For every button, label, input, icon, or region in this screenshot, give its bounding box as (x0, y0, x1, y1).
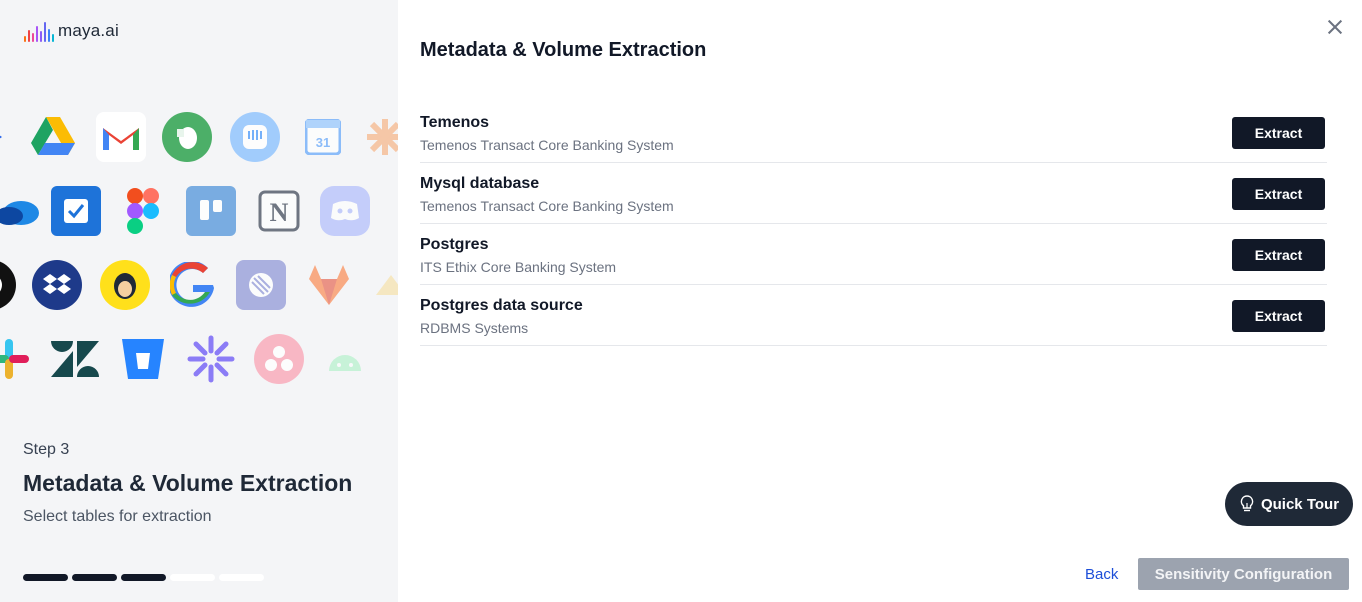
list-item: Postgres ITS Ethix Core Banking System E… (420, 224, 1327, 285)
arrow-partial-icon (0, 112, 8, 162)
progress-segment (219, 574, 264, 581)
notion-icon: N (254, 186, 304, 236)
source-description: RDBMS Systems (420, 320, 529, 336)
gitlab-icon (304, 260, 354, 310)
quick-tour-label: Quick Tour (1260, 495, 1340, 513)
progress-segment (170, 574, 215, 581)
source-name: Postgres (420, 236, 489, 253)
task-check-icon (51, 186, 101, 236)
google-calendar-icon: 31 (298, 112, 348, 162)
progress-segment (23, 574, 68, 581)
gmail-icon (96, 112, 146, 162)
step-label: Step 3 (23, 441, 70, 458)
github-icon (0, 260, 16, 310)
extract-button[interactable]: Extract (1232, 300, 1325, 332)
back-button[interactable]: Back (1085, 566, 1118, 583)
figma-icon (118, 186, 168, 236)
linear-icon (236, 260, 286, 310)
app-icon-grid: 31 N (0, 100, 398, 400)
source-description: Temenos Transact Core Banking System (420, 137, 674, 153)
extract-button[interactable]: Extract (1232, 117, 1325, 149)
source-description: ITS Ethix Core Banking System (420, 259, 617, 275)
partial-icon (366, 260, 398, 310)
svg-text:31: 31 (316, 135, 330, 150)
discord-icon (320, 186, 370, 236)
asterisk-icon (186, 334, 236, 384)
source-name: Mysql database (420, 175, 540, 192)
google-drive-icon (28, 112, 78, 162)
slack-icon (0, 334, 34, 384)
left-panel: maya.ai 31 N Step 3 Metadata & Volume Ex… (0, 0, 398, 602)
asana-icon (254, 334, 304, 384)
source-name: Postgres data source (420, 297, 583, 314)
lightbulb-icon (1240, 495, 1254, 512)
brand-logo: maya.ai (24, 20, 119, 42)
android-icon (320, 334, 370, 384)
source-list: Temenos Temenos Transact Core Banking Sy… (420, 102, 1327, 346)
trello-icon (186, 186, 236, 236)
google-icon (168, 260, 218, 310)
step-title: Metadata & Volume Extraction (23, 470, 353, 496)
intercom-icon (230, 112, 280, 162)
zapier-icon (360, 112, 398, 162)
dropbox-icon (32, 260, 82, 310)
extract-button[interactable]: Extract (1232, 239, 1325, 271)
bitbucket-icon (118, 334, 168, 384)
page-title: Metadata & Volume Extraction (420, 39, 707, 61)
sensitivity-configuration-button[interactable]: Sensitivity Configuration (1138, 558, 1349, 590)
source-description: Temenos Transact Core Banking System (420, 198, 674, 214)
progress-segment (121, 574, 166, 581)
quick-tour-button[interactable]: Quick Tour (1225, 482, 1353, 526)
onedrive-icon (0, 186, 42, 236)
svg-text:N: N (270, 198, 289, 227)
maya-logo-icon (24, 20, 54, 42)
step-progress (23, 574, 264, 581)
close-icon[interactable] (1324, 16, 1346, 38)
zendesk-icon (50, 334, 100, 384)
step-subtitle: Select tables for extraction (23, 508, 212, 525)
extract-button[interactable]: Extract (1232, 178, 1325, 210)
list-item: Postgres data source RDBMS Systems Extra… (420, 285, 1327, 346)
progress-segment (72, 574, 117, 581)
evernote-icon (162, 112, 212, 162)
source-name: Temenos (420, 114, 490, 131)
mailchimp-icon (100, 260, 150, 310)
list-item: Mysql database Temenos Transact Core Ban… (420, 163, 1327, 224)
list-item: Temenos Temenos Transact Core Banking Sy… (420, 102, 1327, 163)
brand-name: maya.ai (58, 21, 119, 40)
